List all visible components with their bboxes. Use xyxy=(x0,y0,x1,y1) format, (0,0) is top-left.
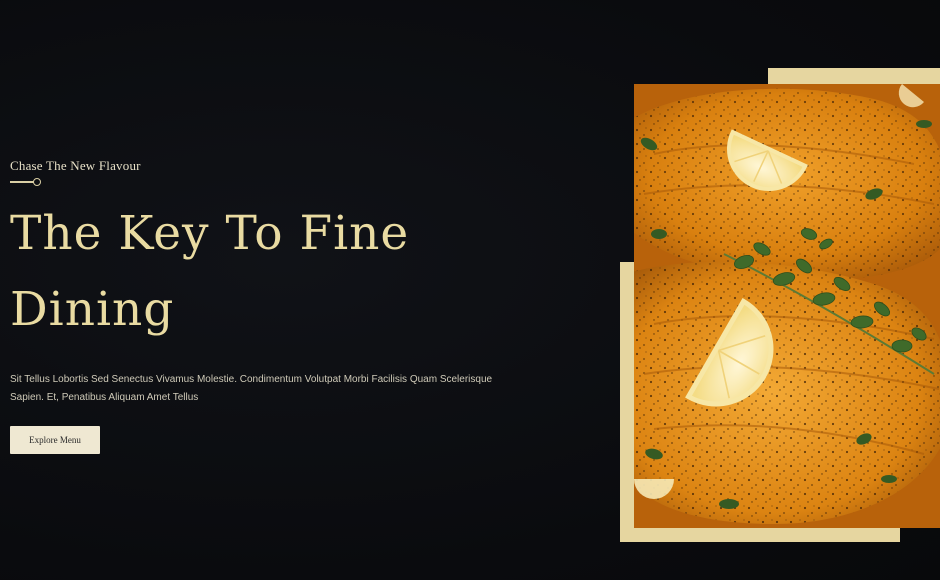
divider-line xyxy=(10,181,34,183)
food-photo-illustration xyxy=(634,84,940,528)
hero-tagline: Chase The New Flavour xyxy=(10,158,141,173)
hero-headline: The Key To Fine Dining xyxy=(10,206,410,337)
tagline-divider xyxy=(10,178,41,186)
food-photo xyxy=(634,84,940,528)
image-frame-top-accent xyxy=(768,68,940,84)
hero-description: Sit Tellus Lobortis Sed Senectus Vivamus… xyxy=(10,374,493,403)
divider-dot xyxy=(33,178,41,186)
hero-page: Chase The New Flavour The Key To Fine Di… xyxy=(0,0,940,580)
explore-menu-button[interactable]: Explore Menu xyxy=(10,426,100,454)
